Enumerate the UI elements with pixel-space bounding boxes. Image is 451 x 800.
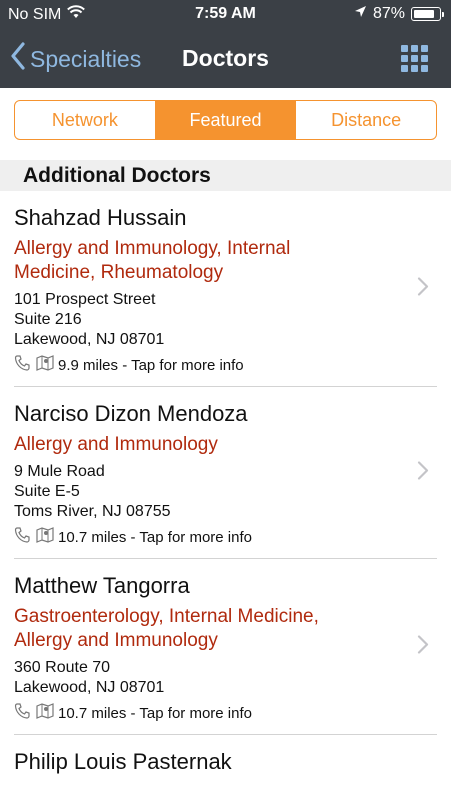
chevron-right-icon — [417, 277, 429, 302]
doctor-address: 360 Route 70 Lakewood, NJ 08701 — [14, 658, 401, 698]
address-line: 360 Route 70 — [14, 659, 111, 676]
doctor-name: Shahzad Hussain — [14, 205, 187, 230]
address-line: Toms River, NJ 08755 — [14, 503, 171, 520]
battery-percent: 87% — [372, 5, 405, 22]
doctor-row[interactable]: Philip Louis Pasternak — [0, 735, 451, 787]
address-line: Lakewood, NJ 08701 — [14, 331, 165, 348]
address-line: Suite E-5 — [14, 483, 80, 500]
phone-icon — [14, 527, 32, 547]
doctor-address: 9 Mule Road Suite E-5 Toms River, NJ 08755 — [14, 462, 401, 522]
map-icon — [36, 355, 54, 375]
phone-icon — [14, 703, 32, 723]
sort-segmented-control: Network Featured Distance — [14, 100, 437, 140]
battery-fill — [414, 10, 434, 18]
distance-text: 10.7 miles - Tap for more info — [58, 704, 252, 722]
map-icon — [36, 703, 54, 723]
segment-network[interactable]: Network — [15, 101, 155, 139]
address-line: Suite 216 — [14, 311, 82, 328]
doctor-meta: 9.9 miles - Tap for more info — [14, 355, 401, 375]
location-arrow-icon — [354, 5, 367, 23]
specialty-line: Medicine, Rheumatology — [14, 262, 224, 283]
doctor-row[interactable]: Shahzad Hussain Allergy and Immunology, I… — [0, 191, 451, 387]
doctor-row[interactable]: Matthew Tangorra Gastroenterology, Intern… — [0, 559, 451, 735]
address-line: 9 Mule Road — [14, 463, 105, 480]
address-line: 101 Prospect Street — [14, 291, 156, 308]
battery-icon — [411, 7, 444, 21]
doctor-meta: 10.7 miles - Tap for more info — [14, 527, 401, 547]
specialty-line: Allergy and Immunology, Internal — [14, 238, 291, 259]
doctor-list: Shahzad Hussain Allergy and Immunology, I… — [0, 191, 451, 787]
chevron-right-icon — [417, 461, 429, 486]
top-bar: No SIM 7:59 AM 87% Specialties Doctors — [0, 0, 451, 88]
doctor-specialties: Allergy and Immunology, Internal Medicine… — [14, 237, 401, 285]
status-bar: No SIM 7:59 AM 87% — [0, 0, 451, 30]
phone-icon — [14, 355, 32, 375]
section-header: Additional Doctors — [0, 160, 451, 191]
map-icon — [36, 527, 54, 547]
doctor-name: Philip Louis Pasternak — [14, 749, 232, 774]
doctor-name: Matthew Tangorra — [14, 573, 190, 598]
segment-featured[interactable]: Featured — [154, 101, 296, 139]
doctor-address: 101 Prospect Street Suite 216 Lakewood, NJ… — [14, 290, 401, 350]
distance-text: 9.9 miles - Tap for more info — [58, 356, 244, 374]
doctor-name: Narciso Dizon Mendoza — [14, 401, 248, 426]
chevron-right-icon — [417, 635, 429, 660]
doctor-specialties: Allergy and Immunology — [14, 433, 401, 457]
doctor-row[interactable]: Narciso Dizon Mendoza Allergy and Immunol… — [0, 387, 451, 559]
page-title: Doctors — [182, 45, 269, 71]
doctor-specialties: Gastroenterology, Internal Medicine, Alle… — [14, 605, 401, 653]
specialty-line: Allergy and Immunology — [14, 434, 218, 455]
segment-distance[interactable]: Distance — [295, 101, 436, 139]
navigation-bar: Specialties Doctors — [0, 30, 451, 88]
specialty-line: Gastroenterology, Internal Medicine, — [14, 606, 319, 627]
address-line: Lakewood, NJ 08701 — [14, 679, 165, 696]
specialty-line: Allergy and Immunology — [14, 630, 218, 651]
doctor-meta: 10.7 miles - Tap for more info — [14, 703, 401, 723]
grid-menu-icon[interactable] — [401, 45, 429, 73]
distance-text: 10.7 miles - Tap for more info — [58, 528, 252, 546]
status-right: 87% — [354, 5, 444, 23]
